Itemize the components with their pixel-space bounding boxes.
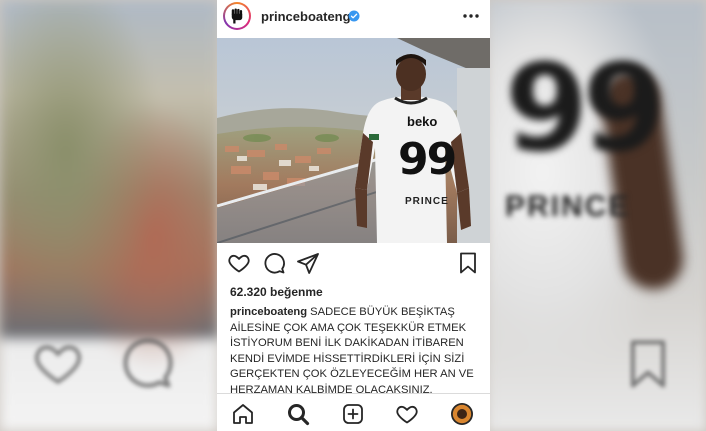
bottom-navigation (217, 393, 490, 431)
caption-text: SADECE BÜYÜK BEŞİKTAŞ AİLESİNE ÇOK AMA Ç… (230, 306, 474, 396)
instagram-post-card: princeboateng beko 99 PRINCE 62.320 beğe… (217, 0, 490, 431)
jersey-sponsor: beko (407, 114, 438, 129)
background-jersey-number: 99 (505, 40, 666, 179)
raised-fist-icon (231, 8, 243, 24)
post-header: princeboateng (217, 0, 490, 34)
profile-avatar-icon[interactable] (450, 402, 474, 426)
caption-username[interactable]: princeboateng (230, 306, 307, 318)
background-heart-icon (35, 345, 81, 384)
more-options-icon[interactable] (462, 8, 480, 24)
share-icon[interactable] (296, 251, 320, 275)
likes-count[interactable]: 62.320 beğenme (230, 285, 323, 299)
background-bookmark-icon (630, 340, 666, 388)
background-comment-icon (123, 338, 173, 388)
post-username[interactable]: princeboateng (261, 9, 351, 24)
post-caption: princeboateng SADECE BÜYÜK BEŞİKTAŞ AİLE… (230, 305, 482, 398)
jersey-number: 99 (398, 134, 457, 185)
post-photo[interactable]: beko 99 PRINCE (217, 38, 490, 243)
new-post-icon[interactable] (341, 402, 365, 426)
home-icon[interactable] (231, 402, 255, 426)
search-icon[interactable] (286, 402, 310, 426)
post-actions (217, 251, 490, 277)
verified-badge-icon (348, 10, 360, 22)
heart-icon[interactable] (227, 251, 251, 275)
comment-icon[interactable] (262, 251, 286, 275)
background-jersey-name: PRINCE (505, 190, 631, 223)
bookmark-icon[interactable] (456, 251, 480, 275)
avatar-image (225, 4, 249, 28)
avatar[interactable] (223, 2, 251, 30)
activity-heart-icon[interactable] (395, 402, 419, 426)
jersey-name: PRINCE (405, 196, 449, 207)
